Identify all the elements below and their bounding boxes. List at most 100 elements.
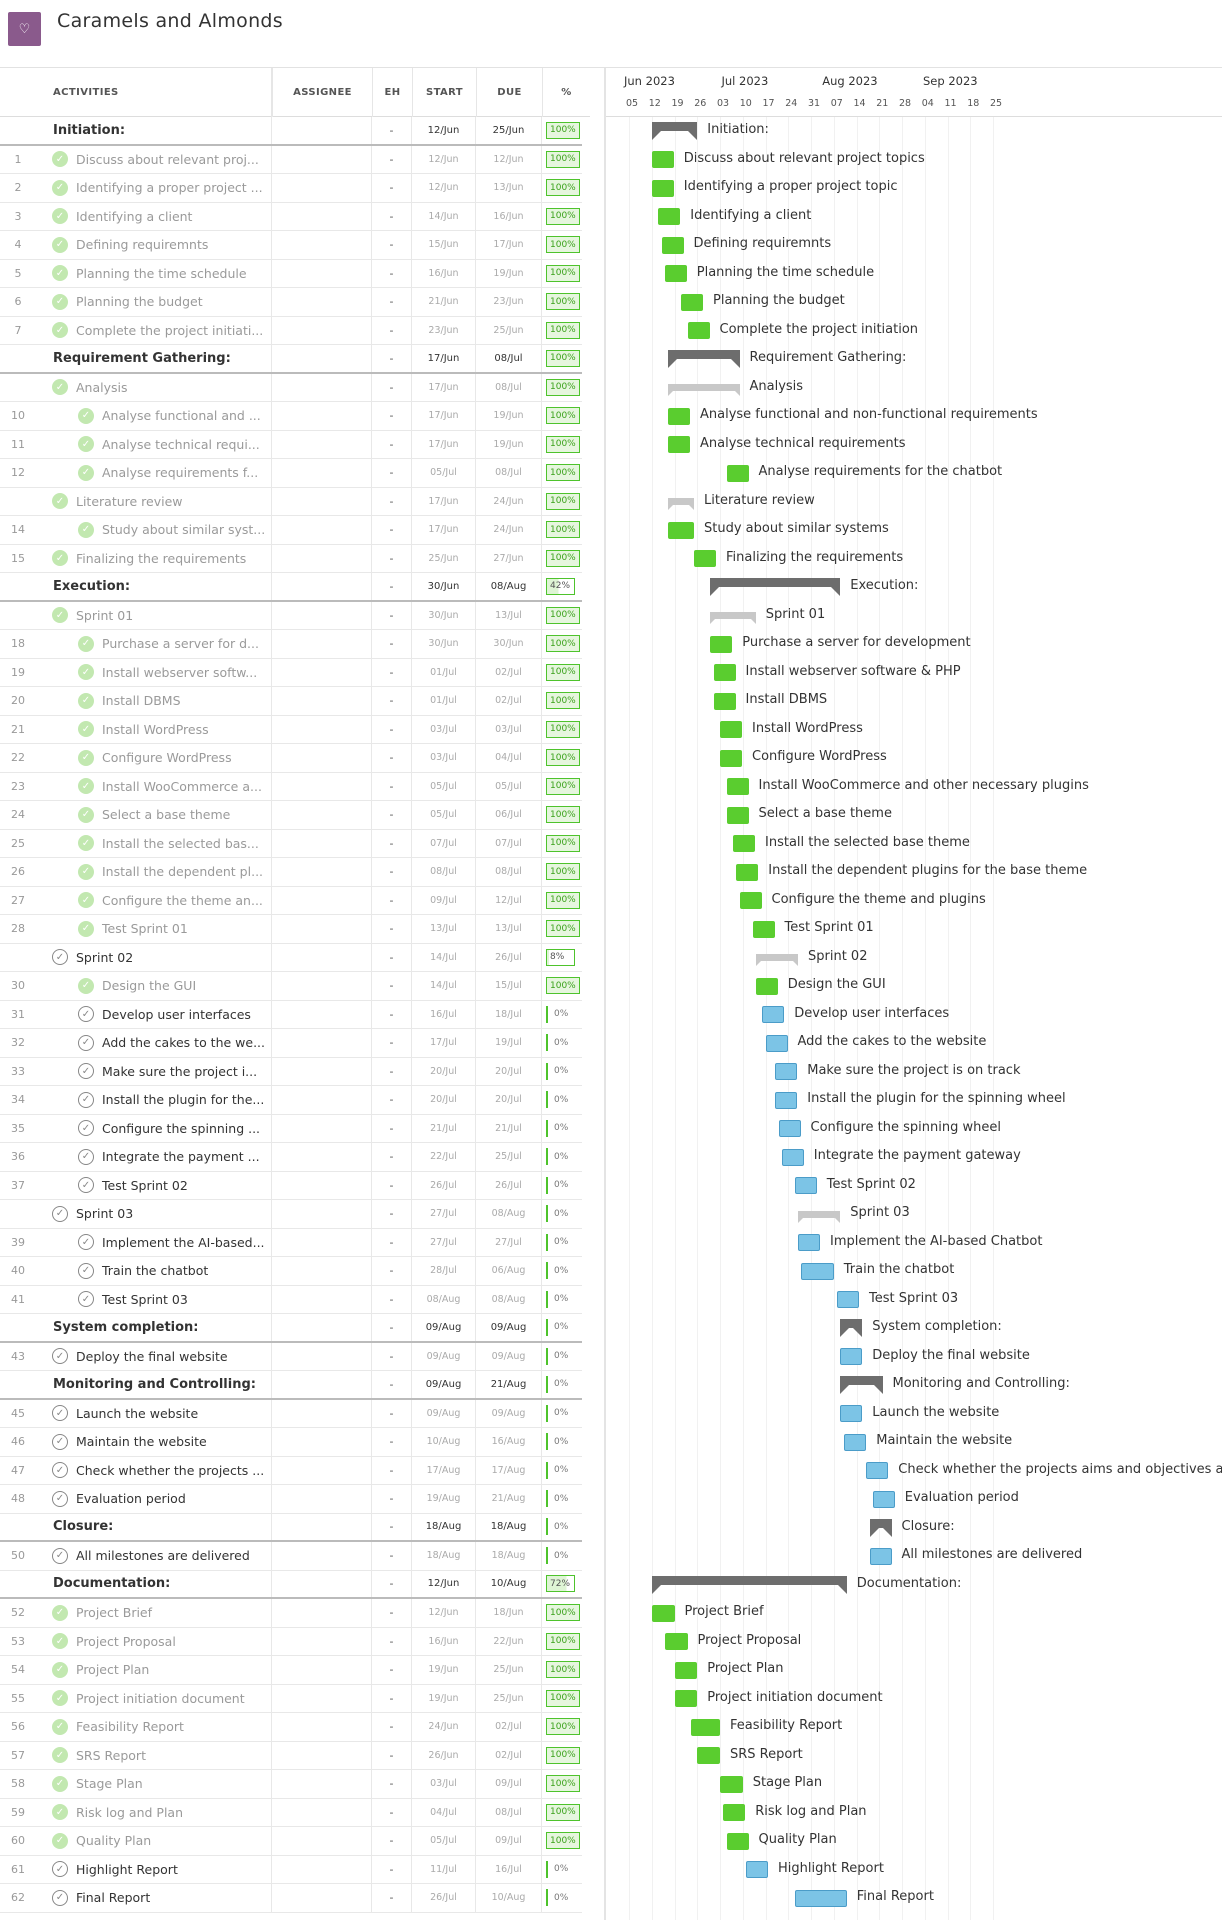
completed-task-bar[interactable] bbox=[690, 1718, 720, 1736]
task-row[interactable]: 39 ✓ Implement the AI-based... -27/Jul 27/Ju… bbox=[0, 1228, 582, 1257]
activity-name[interactable]: Install DBMS bbox=[102, 693, 181, 708]
assignee-cell[interactable] bbox=[272, 402, 372, 430]
activity-cell[interactable]: ✓ Develop user interfaces bbox=[40, 1000, 272, 1028]
activity-cell[interactable]: ✓ Purchase a server for d... bbox=[40, 630, 272, 658]
start-date[interactable]: 12/Jun bbox=[412, 1570, 476, 1597]
completed-task-bar[interactable] bbox=[668, 521, 694, 539]
group-row[interactable]: System completion: -09/Aug 09/Aug 0% bbox=[0, 1314, 582, 1343]
task-row[interactable]: 40 ✓ Train the chatbot -28/Jul 06/Aug 0% bbox=[0, 1257, 582, 1286]
start-date[interactable]: 17/Jun bbox=[412, 430, 476, 458]
completed-task-bar[interactable] bbox=[710, 635, 733, 653]
assignee-cell[interactable] bbox=[272, 1456, 372, 1484]
due-date[interactable]: 20/Jul bbox=[476, 1086, 542, 1114]
completed-check-icon[interactable]: ✓ bbox=[78, 920, 94, 937]
activity-cell[interactable]: ✓ Add the cakes to the we... bbox=[40, 1029, 272, 1057]
task-row[interactable]: 12 ✓ Analyse requirements f... -05/Jul 08/Ju… bbox=[0, 459, 582, 488]
activity-name[interactable]: Launch the website bbox=[76, 1406, 198, 1421]
activity-cell[interactable]: ✓ Risk log and Plan bbox=[40, 1798, 272, 1826]
start-date[interactable]: 08/Jul bbox=[412, 858, 476, 886]
due-date[interactable]: 05/Jul bbox=[476, 772, 542, 800]
due-date[interactable]: 09/Jul bbox=[476, 1770, 542, 1798]
incomplete-check-icon[interactable]: ✓ bbox=[78, 1063, 94, 1080]
activity-name[interactable]: Design the GUI bbox=[102, 978, 196, 993]
completed-check-icon[interactable]: ✓ bbox=[52, 322, 68, 339]
activity-name[interactable]: Install the dependent pl... bbox=[102, 864, 263, 879]
activity-cell[interactable]: Initiation: bbox=[40, 117, 272, 144]
activity-cell[interactable]: ✓ Configure WordPress bbox=[40, 744, 272, 772]
completed-check-icon[interactable]: ✓ bbox=[78, 806, 94, 823]
due-date[interactable]: 20/Jul bbox=[476, 1057, 542, 1085]
activity-cell[interactable]: ✓ Implement the AI-based... bbox=[40, 1228, 272, 1256]
pending-task-bar[interactable] bbox=[801, 1262, 834, 1280]
activity-name[interactable]: Make sure the project i... bbox=[102, 1064, 257, 1079]
due-date[interactable]: 09/Jul bbox=[476, 1827, 542, 1855]
assignee-cell[interactable] bbox=[272, 487, 372, 515]
activity-cell[interactable]: ✓ Design the GUI bbox=[40, 972, 272, 1000]
due-date[interactable]: 27/Jun bbox=[476, 544, 542, 572]
activity-cell[interactable]: ✓ Highlight Report bbox=[40, 1855, 272, 1883]
task-row[interactable]: ✓ Sprint 02 -14/Jul 26/Jul 8% bbox=[0, 943, 582, 972]
summary-bar[interactable] bbox=[840, 1376, 883, 1395]
task-row[interactable]: 21 ✓ Install WordPress -03/Jul 03/Jul 100% bbox=[0, 715, 582, 744]
task-row[interactable]: 1 ✓ Discuss about relevant proj... -12/Jun 1… bbox=[0, 145, 582, 174]
assignee-cell[interactable] bbox=[272, 1143, 372, 1171]
summary-bar[interactable] bbox=[651, 1575, 847, 1594]
assignee-cell[interactable] bbox=[272, 687, 372, 715]
due-date[interactable]: 19/Jun bbox=[476, 402, 542, 430]
due-date[interactable]: 25/Jun bbox=[476, 117, 542, 144]
task-row[interactable]: 24 ✓ Select a base theme -05/Jul 06/Jul 100% bbox=[0, 801, 582, 830]
activity-cell[interactable]: ✓ Install the plugin for the... bbox=[40, 1086, 272, 1114]
start-date[interactable]: 09/Aug bbox=[412, 1314, 476, 1341]
task-row[interactable]: 3 ✓ Identifying a client -14/Jun 16/Jun 100% bbox=[0, 202, 582, 231]
activity-cell[interactable]: ✓ Launch the website bbox=[40, 1399, 272, 1427]
activity-cell[interactable]: ✓ Analyse functional and ... bbox=[40, 402, 272, 430]
task-row[interactable]: 35 ✓ Configure the spinning ... -21/Jul 21/J… bbox=[0, 1114, 582, 1143]
activity-name[interactable]: Stage Plan bbox=[76, 1776, 143, 1791]
start-date[interactable]: 09/Aug bbox=[412, 1342, 476, 1370]
completed-task-bar[interactable] bbox=[723, 1804, 746, 1822]
task-row[interactable]: 47 ✓ Check whether the projects ... -17/Aug… bbox=[0, 1456, 582, 1485]
activity-name[interactable]: Add the cakes to the we... bbox=[102, 1035, 265, 1050]
start-date[interactable]: 28/Jul bbox=[412, 1257, 476, 1285]
subgroup-bar[interactable] bbox=[710, 612, 756, 625]
assignee-cell[interactable] bbox=[272, 1684, 372, 1712]
completed-task-bar[interactable] bbox=[726, 1832, 749, 1850]
activity-name[interactable]: Configure WordPress bbox=[102, 750, 232, 765]
task-row[interactable]: 34 ✓ Install the plugin for the... -20/Jul 2… bbox=[0, 1086, 582, 1115]
activity-cell[interactable]: Documentation: bbox=[40, 1570, 272, 1597]
assignee-cell[interactable] bbox=[272, 715, 372, 743]
completed-task-bar[interactable] bbox=[736, 863, 759, 881]
activity-name[interactable]: SRS Report bbox=[76, 1748, 146, 1763]
due-date[interactable]: 08/Aug bbox=[476, 1285, 542, 1313]
activity-name[interactable]: Planning the time schedule bbox=[76, 266, 247, 281]
assignee-cell[interactable] bbox=[272, 1000, 372, 1028]
activity-name[interactable]: Literature review bbox=[76, 494, 183, 509]
pending-task-bar[interactable] bbox=[843, 1433, 867, 1451]
completed-task-bar[interactable] bbox=[726, 464, 749, 482]
assignee-cell[interactable] bbox=[272, 1798, 372, 1826]
due-date[interactable]: 03/Jul bbox=[476, 715, 542, 743]
due-date[interactable]: 16/Jul bbox=[476, 1855, 542, 1883]
due-date[interactable]: 08/Jul bbox=[476, 858, 542, 886]
start-date[interactable]: 17/Jun bbox=[412, 373, 476, 401]
assignee-cell[interactable] bbox=[272, 1656, 372, 1684]
completed-check-icon[interactable]: ✓ bbox=[78, 464, 94, 481]
activity-name[interactable]: Select a base theme bbox=[102, 807, 230, 822]
incomplete-check-icon[interactable]: ✓ bbox=[78, 1120, 94, 1137]
start-date[interactable]: 25/Jun bbox=[412, 544, 476, 572]
activity-name[interactable]: Monitoring and Controlling: bbox=[53, 1377, 256, 1392]
due-date[interactable]: 18/Jul bbox=[476, 1000, 542, 1028]
due-date[interactable]: 09/Aug bbox=[476, 1314, 542, 1341]
completed-check-icon[interactable]: ✓ bbox=[78, 892, 94, 909]
task-row[interactable]: 10 ✓ Analyse functional and ... -17/Jun 19/J… bbox=[0, 402, 582, 431]
task-row[interactable]: 45 ✓ Launch the website -09/Aug 09/Aug 0% bbox=[0, 1399, 582, 1428]
start-date[interactable]: 19/Aug bbox=[412, 1485, 476, 1513]
activity-cell[interactable]: ✓ Finalizing the requirements bbox=[40, 544, 272, 572]
task-row[interactable]: 6 ✓ Planning the budget -21/Jun 23/Jun 100% bbox=[0, 288, 582, 317]
due-date[interactable]: 24/Jun bbox=[476, 516, 542, 544]
start-date[interactable]: 14/Jun bbox=[412, 202, 476, 230]
start-date[interactable]: 26/Jul bbox=[412, 1884, 476, 1912]
task-row[interactable]: 11 ✓ Analyse technical requi... -17/Jun 19/J… bbox=[0, 430, 582, 459]
task-row[interactable]: 55 ✓ Project initiation document -19/Jun 25/… bbox=[0, 1684, 582, 1713]
activity-cell[interactable]: ✓ Identifying a client bbox=[40, 202, 272, 230]
